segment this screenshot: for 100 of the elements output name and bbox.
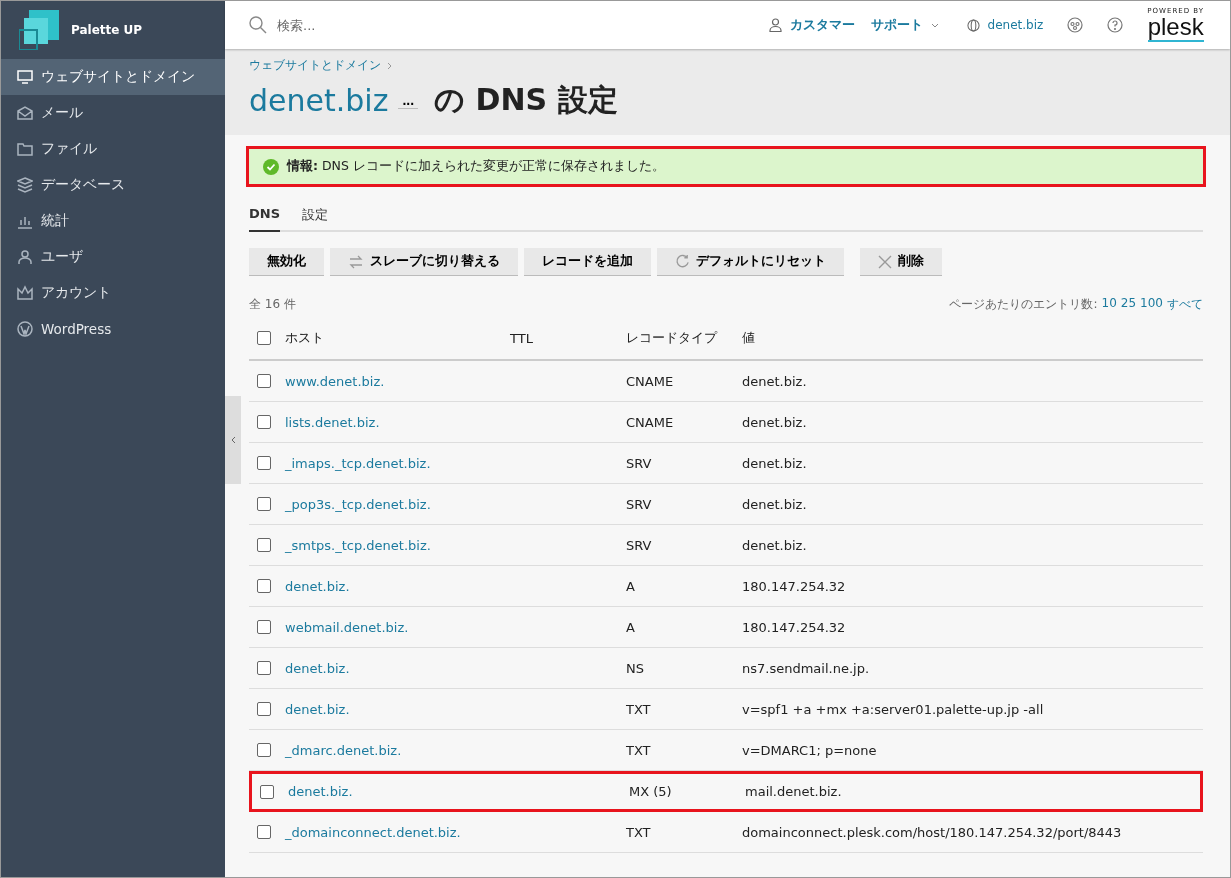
sidebar-item[interactable]: ユーザ	[1, 239, 225, 275]
record-type: SRV	[626, 455, 653, 471]
record-type: CNAME	[626, 373, 675, 389]
host-link[interactable]: webmail.denet.biz.	[285, 619, 510, 635]
record-value: denet.biz.	[742, 414, 808, 430]
sidebar-item[interactable]: WordPress	[1, 311, 225, 347]
record-type: A	[626, 619, 636, 635]
user-icon	[768, 18, 782, 32]
column-header: TTL	[510, 330, 534, 346]
layers-icon	[17, 177, 33, 193]
sidebar-item[interactable]: メール	[1, 95, 225, 131]
check-circle-icon	[263, 158, 279, 175]
help-icon[interactable]	[1107, 17, 1124, 33]
message-text: 情報: DNS レコードに加えられた変更が正常に保存されました。	[287, 158, 665, 175]
tab[interactable]: 設定	[302, 206, 329, 230]
column-header: ホスト	[285, 329, 325, 347]
column-header: レコードタイプ	[626, 329, 719, 347]
record-value: v=spf1 +a +mx +a:server01.palette-up.jp -all	[742, 701, 1045, 717]
row-checkbox[interactable]	[257, 661, 271, 675]
page-title: の DNS 設定	[434, 81, 618, 119]
sidebar-item[interactable]: アカウント	[1, 275, 225, 311]
record-value: 180.147.254.32	[742, 578, 847, 594]
row-checkbox[interactable]	[257, 702, 271, 716]
row-checkbox[interactable]	[257, 456, 271, 470]
host-link[interactable]: _imaps._tcp.denet.biz.	[285, 455, 510, 471]
sidebar-item[interactable]: ウェブサイトとドメイン	[1, 59, 225, 95]
record-value: 180.147.254.32	[742, 619, 847, 635]
page-size-link[interactable]: 100	[1140, 296, 1163, 313]
row-checkbox[interactable]	[257, 497, 271, 511]
breadcrumb-link[interactable]: ウェブサイトとドメイン	[249, 57, 381, 74]
toolbar-button[interactable]: レコードを追加	[524, 248, 651, 276]
record-value: denet.biz.	[742, 455, 808, 471]
paw-icon[interactable]	[1067, 17, 1084, 33]
select-all-checkbox[interactable]	[257, 331, 271, 345]
caret-icon	[930, 22, 939, 28]
toolbar-button[interactable]: 無効化	[249, 248, 324, 276]
total-count: 全 16 件	[249, 296, 296, 313]
globe-icon	[966, 18, 980, 32]
user-icon	[17, 249, 33, 265]
search-icon	[249, 16, 267, 34]
logo-icon	[19, 10, 59, 50]
host-link[interactable]: denet.biz.	[285, 578, 510, 594]
search-field[interactable]: 検索...	[275, 16, 761, 34]
page-size-label: ページあたりのエントリ数:	[949, 296, 1098, 313]
host-link[interactable]: denet.biz.	[285, 660, 510, 676]
host-link[interactable]: _domainconnect.denet.biz.	[285, 824, 510, 840]
domain-title-link[interactable]: denet.biz	[249, 83, 389, 118]
wordpress-icon	[17, 321, 33, 337]
record-type: TXT	[626, 824, 652, 840]
row-checkbox[interactable]	[257, 620, 271, 634]
record-type: TXT	[626, 701, 652, 717]
plesk-logo: plesk	[1147, 15, 1204, 42]
host-link[interactable]: denet.biz.	[285, 701, 510, 717]
chevron-icon	[387, 61, 392, 70]
customer-link[interactable]: カスタマー	[789, 16, 855, 34]
row-checkbox[interactable]	[257, 538, 271, 552]
record-value: mail.denet.biz.	[745, 784, 843, 799]
toolbar-button[interactable]: 削除	[860, 248, 942, 276]
record-value: domainconnect.plesk.com/host/180.147.254.32/port/8443	[742, 824, 1123, 840]
row-checkbox[interactable]	[260, 784, 274, 799]
row-checkbox[interactable]	[257, 579, 271, 593]
swap-icon	[348, 254, 364, 269]
more-button[interactable]: ...	[398, 92, 419, 109]
domain-link[interactable]: denet.biz	[987, 18, 1044, 32]
record-type: SRV	[626, 537, 653, 553]
row-checkbox[interactable]	[257, 374, 271, 388]
sidebar-item[interactable]: 統計	[1, 203, 225, 239]
record-value: denet.biz.	[742, 496, 808, 512]
record-value: ns7.sendmail.ne.jp.	[742, 660, 871, 676]
crown-icon	[17, 285, 33, 301]
column-header: 値	[742, 329, 756, 347]
record-type: MX (5)	[629, 784, 673, 799]
row-checkbox[interactable]	[257, 415, 271, 429]
host-link[interactable]: denet.biz.	[288, 784, 513, 799]
record-type: SRV	[626, 496, 653, 512]
record-type: CNAME	[626, 414, 675, 430]
close-icon	[878, 254, 892, 269]
support-menu[interactable]: サポート	[870, 16, 923, 34]
row-checkbox[interactable]	[257, 825, 271, 839]
folder-icon	[17, 141, 33, 157]
row-checkbox[interactable]	[257, 743, 271, 757]
collapse-handle[interactable]	[225, 396, 241, 484]
host-link[interactable]: www.denet.biz.	[285, 373, 510, 389]
host-link[interactable]: _pop3s._tcp.denet.biz.	[285, 496, 510, 512]
tab[interactable]: DNS	[249, 206, 281, 232]
page-size-link[interactable]: すべて	[1167, 296, 1203, 313]
sidebar-item[interactable]: ファイル	[1, 131, 225, 167]
page-size-link[interactable]: 25	[1120, 296, 1137, 313]
brand-name: Palette UP	[71, 23, 143, 37]
host-link[interactable]: lists.denet.biz.	[285, 414, 510, 430]
host-link[interactable]: _smtps._tcp.denet.biz.	[285, 537, 510, 553]
toolbar-button[interactable]: スレーブに切り替える	[330, 248, 518, 276]
toolbar-button[interactable]: デフォルトにリセット	[657, 248, 844, 276]
record-value: denet.biz.	[742, 537, 808, 553]
sidebar-item[interactable]: データベース	[1, 167, 225, 203]
record-value: denet.biz.	[742, 373, 808, 389]
record-type: TXT	[626, 742, 652, 758]
page-size-link[interactable]: 10	[1101, 296, 1117, 313]
host-link[interactable]: _dmarc.denet.biz.	[285, 742, 510, 758]
monitor-icon	[17, 69, 33, 85]
